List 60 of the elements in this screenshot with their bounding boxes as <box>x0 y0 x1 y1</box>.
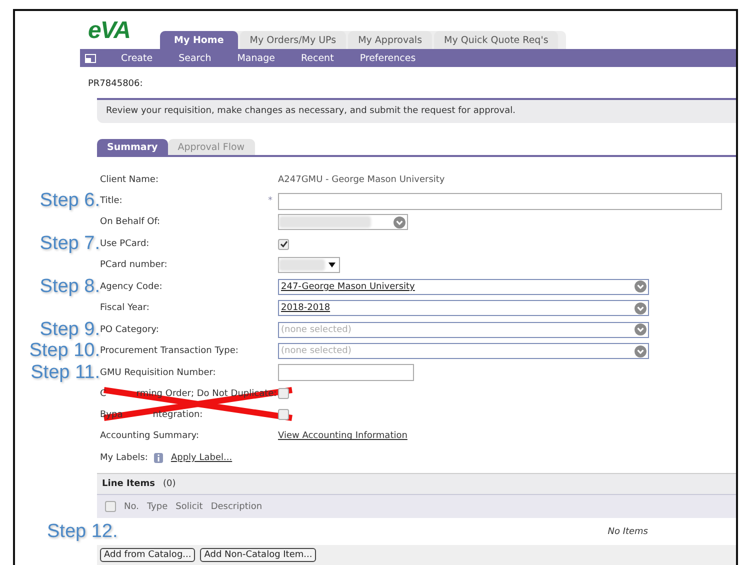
field-label: Title: <box>100 196 122 206</box>
field-label: Client Name: <box>100 174 158 185</box>
menu-item[interactable]: Search <box>166 52 224 64</box>
field-label: My Labels: <box>100 452 148 463</box>
field-value: A247GMU - George Mason University <box>278 174 445 185</box>
field-label: Procurement Transaction Type: <box>100 346 238 356</box>
dropdown[interactable]: 247-George Mason University <box>278 278 649 295</box>
nav-tab[interactable]: My Orders/My UPs <box>240 31 346 49</box>
empty-message: No Items <box>608 526 648 537</box>
step-annotation: Step 8. <box>38 276 100 298</box>
column-header: Description <box>210 502 262 512</box>
menu-item[interactable]: Preferences <box>346 52 429 64</box>
field-label: Use PCard: <box>100 239 150 250</box>
field-label: GMU Requisition Number: <box>100 368 216 378</box>
link[interactable]: View Accounting Information <box>278 431 408 442</box>
page-tab[interactable]: Approval Flow <box>168 139 255 155</box>
requisition-id: PR7845806: <box>88 78 144 91</box>
step-annotation: Step 7. <box>38 233 100 256</box>
step-annotation: Step 10. <box>28 340 100 362</box>
checkbox[interactable] <box>278 388 289 400</box>
section-title: Line Items <box>102 479 155 490</box>
logo: eVA <box>88 17 131 45</box>
page-tab[interactable]: Summary <box>97 139 168 155</box>
step-annotation: Step 11. <box>30 362 100 384</box>
nav-tab[interactable]: My Home <box>160 31 238 49</box>
checkbox[interactable] <box>278 409 289 420</box>
checkbox[interactable] <box>105 501 116 512</box>
dropdown[interactable]: 2018-2018 <box>278 300 649 316</box>
instruction-text: Review your requisition, make changes as necessary, and submit the request for approval. <box>97 98 736 123</box>
add-button[interactable]: Add from Catalog... <box>100 548 196 562</box>
required-mark: * <box>268 196 274 206</box>
nav-tab[interactable]: My Quick Quote Req's <box>434 31 558 49</box>
menu-item[interactable]: Create <box>108 52 166 64</box>
field-label: ntegration: <box>152 410 203 420</box>
link[interactable]: Apply Label... <box>170 452 232 463</box>
input-field[interactable] <box>278 364 414 382</box>
field-label: Fiscal Year: <box>100 303 150 314</box>
field-label: On Behalf Of: <box>100 217 160 228</box>
dropdown[interactable] <box>278 257 340 274</box>
nav-tab[interactable]: My Approvals <box>348 31 432 49</box>
step-annotation: Step 12. <box>46 520 119 543</box>
input-field[interactable] <box>278 192 722 210</box>
info-icon <box>154 452 163 463</box>
field-label: PO Category: <box>100 324 159 335</box>
dropdown[interactable] <box>278 214 408 230</box>
field-label: C <box>100 388 106 399</box>
step-annotation: Step 9. <box>38 318 100 341</box>
field-label: Agency Code: <box>100 282 162 292</box>
field-label: Accounting Summary: <box>100 431 199 442</box>
layout-icon <box>85 54 96 62</box>
step-annotation: Step 6. <box>38 190 100 212</box>
add-button[interactable]: Add Non-Catalog Item... <box>200 548 316 562</box>
menu-item[interactable]: Recent <box>288 52 347 64</box>
field-label: PCard number: <box>100 260 168 270</box>
menu-item[interactable]: Manage <box>224 52 288 64</box>
column-header: Type <box>146 502 168 512</box>
column-header: No. <box>124 502 139 512</box>
column-header: Solicit <box>176 502 203 512</box>
item-count: (0) <box>162 479 176 490</box>
checkbox[interactable] <box>278 238 289 250</box>
